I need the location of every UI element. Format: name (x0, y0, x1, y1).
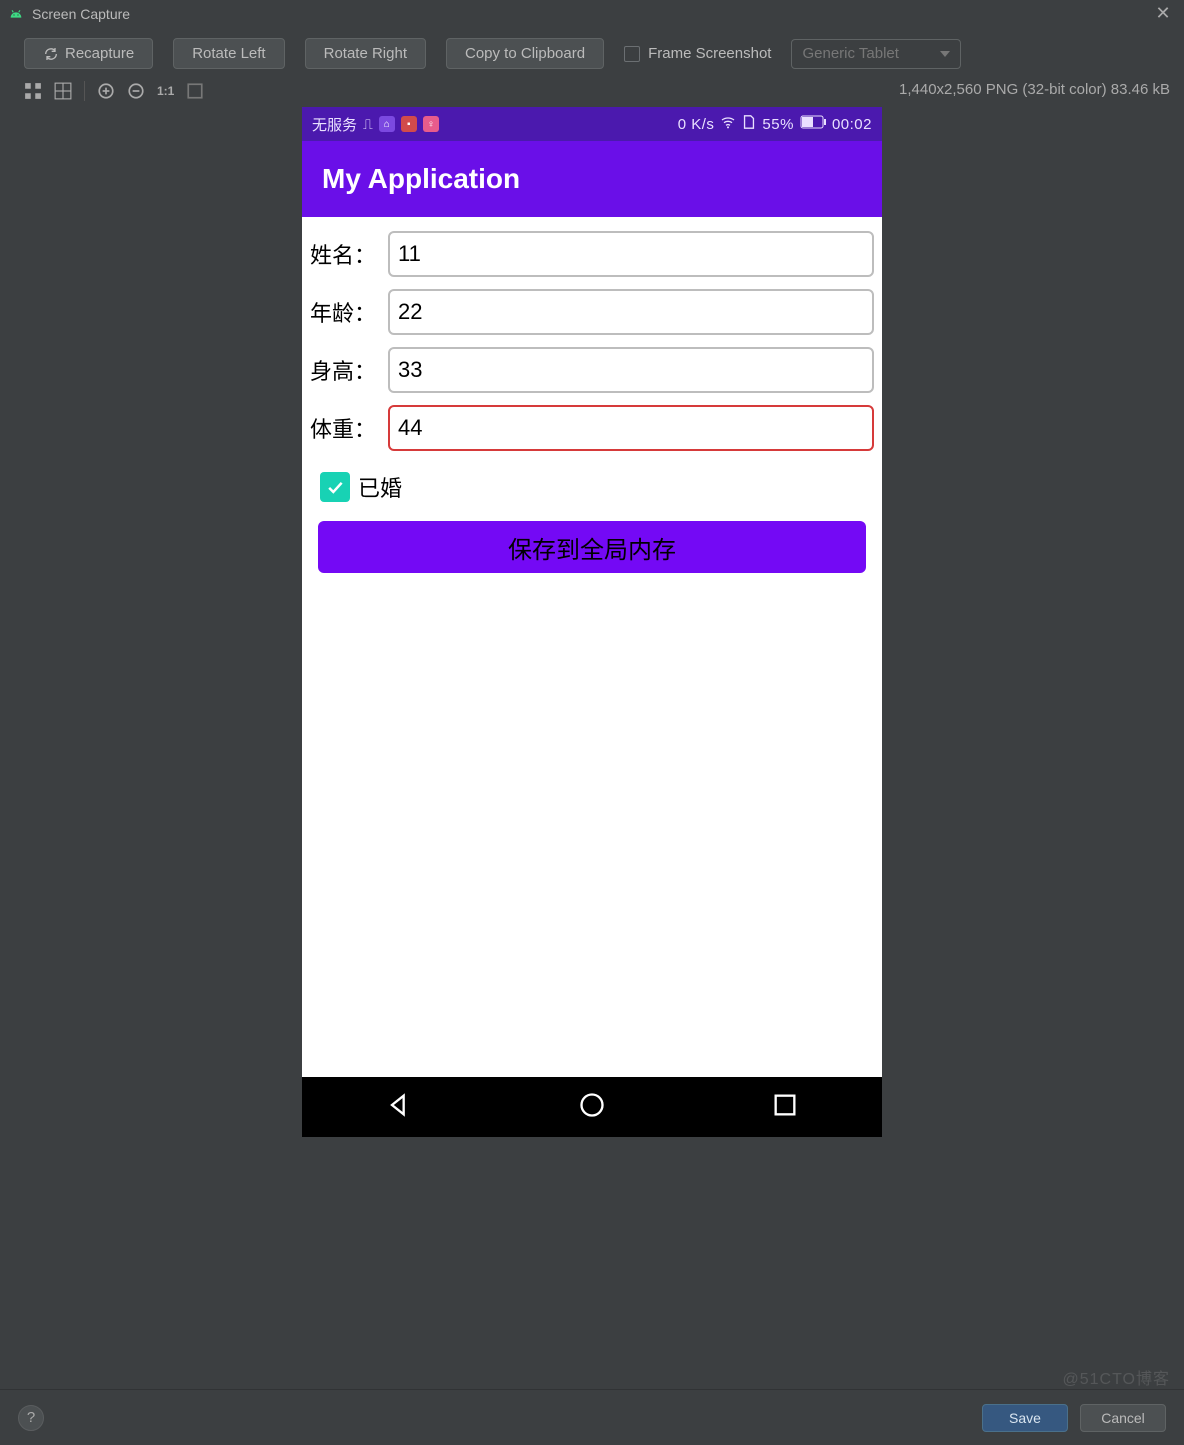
android-icon (8, 9, 24, 19)
rotate-left-button[interactable]: Rotate Left (173, 38, 284, 69)
rotate-right-button[interactable]: Rotate Right (305, 38, 426, 69)
height-label: 身高： (310, 354, 388, 386)
recapture-button[interactable]: Recapture (24, 38, 153, 69)
time-text: 00:02 (832, 116, 872, 133)
window-title: Screen Capture (32, 6, 130, 22)
weight-input[interactable] (388, 405, 874, 451)
age-input[interactable] (388, 289, 874, 335)
device-screenshot: 无服务 ⎍ ⌂ ▪ ♀ 0 K/s 55% (302, 107, 882, 1137)
status-app-icon-3: ♀ (423, 116, 439, 132)
grid-icon[interactable] (54, 82, 72, 100)
rotate-right-label: Rotate Right (324, 45, 407, 62)
device-dropdown[interactable]: Generic Tablet (791, 39, 961, 69)
usb-icon: ⎍ (363, 116, 373, 133)
help-button[interactable]: ? (18, 1405, 44, 1431)
age-label: 年龄： (310, 296, 388, 328)
name-label: 姓名： (310, 238, 388, 270)
cancel-button-label: Cancel (1101, 1410, 1145, 1426)
status-app-icon-1: ⌂ (379, 116, 395, 132)
crop-icon[interactable] (186, 82, 204, 100)
age-row: 年龄： (310, 289, 874, 335)
screenshot-viewport: 无服务 ⎍ ⌂ ▪ ♀ 0 K/s 55% (0, 107, 1184, 1389)
device-dropdown-value: Generic Tablet (802, 45, 898, 62)
rotate-left-label: Rotate Left (192, 45, 265, 62)
recapture-label: Recapture (65, 45, 134, 62)
height-input[interactable] (388, 347, 874, 393)
checkbox-icon (624, 46, 640, 62)
dialog-footer: ? Save Cancel (0, 1389, 1184, 1445)
nav-home-button[interactable] (578, 1091, 606, 1124)
battery-icon (800, 115, 826, 133)
save-button[interactable]: Save (982, 1404, 1068, 1432)
android-navbar (302, 1077, 882, 1137)
close-icon[interactable]: ✕ (1154, 4, 1172, 22)
save-global-button[interactable]: 保存到全局内存 (318, 521, 866, 573)
wifi-icon (720, 114, 736, 134)
height-row: 身高： (310, 347, 874, 393)
fit-screen-icon[interactable] (24, 82, 42, 100)
toolbar: Recapture Rotate Left Rotate Right Copy … (0, 28, 1184, 77)
married-row: 已婚 (310, 463, 874, 521)
status-app-icon-2: ▪ (401, 116, 417, 132)
carrier-text: 无服务 (312, 114, 357, 135)
window-titlebar: Screen Capture ✕ (0, 0, 1184, 28)
copy-clipboard-button[interactable]: Copy to Clipboard (446, 38, 604, 69)
image-meta-text: 1,440x2,560 PNG (32-bit color) 83.46 kB (899, 81, 1170, 98)
married-label: 已婚 (358, 471, 402, 503)
zoom-toolbar: 1:1 1,440x2,560 PNG (32-bit color) 83.46… (0, 77, 1184, 107)
frame-screenshot-label: Frame Screenshot (648, 45, 771, 62)
zoom-actual-button[interactable]: 1:1 (157, 82, 174, 100)
name-input[interactable] (388, 231, 874, 277)
battery-text: 55% (762, 116, 794, 133)
android-statusbar: 无服务 ⎍ ⌂ ▪ ♀ 0 K/s 55% (302, 107, 882, 141)
form-content: 姓名： 年龄： 身高： 体重： (302, 217, 882, 1077)
weight-label: 体重： (310, 412, 388, 444)
frame-screenshot-checkbox[interactable]: Frame Screenshot (624, 45, 771, 62)
save-button-label: Save (1009, 1410, 1041, 1426)
nav-recent-button[interactable] (771, 1091, 799, 1124)
zoom-out-icon[interactable] (127, 82, 145, 100)
married-checkbox[interactable] (320, 472, 350, 502)
zoom-in-icon[interactable] (97, 82, 115, 100)
chevron-down-icon (940, 51, 950, 57)
cancel-button[interactable]: Cancel (1080, 1404, 1166, 1432)
sim-icon (742, 114, 756, 134)
copy-clipboard-label: Copy to Clipboard (465, 45, 585, 62)
name-row: 姓名： (310, 231, 874, 277)
refresh-icon (43, 46, 59, 62)
check-icon (325, 477, 345, 497)
weight-row: 体重： (310, 405, 874, 451)
save-global-label: 保存到全局内存 (508, 530, 676, 565)
app-bar: My Application (302, 141, 882, 217)
app-title: My Application (322, 163, 520, 195)
network-speed-text: 0 K/s (678, 116, 715, 133)
nav-back-button[interactable] (385, 1091, 413, 1124)
